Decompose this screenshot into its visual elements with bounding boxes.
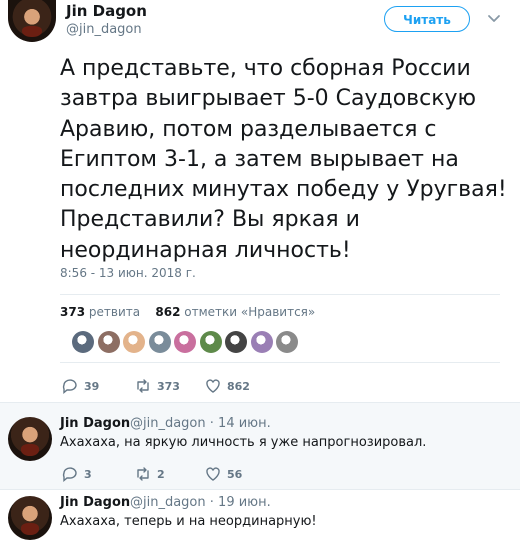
retweet-action[interactable]: 2 [135,466,165,482]
retweet-icon [137,379,149,393]
liker-avatar[interactable] [148,331,171,353]
reply-meta: @jin_dagon · 14 июн. [130,416,271,431]
reply-author-handle[interactable]: @jin_dagon [130,495,206,510]
follow-button[interactable]: Читать [384,6,470,32]
liker-avatar[interactable] [225,331,247,353]
reply-author-name[interactable]: Jin Dagon [60,495,130,510]
reply-author-handle[interactable]: @jin_dagon [130,416,206,431]
reply-date[interactable]: · 19 июн. [210,495,271,510]
avatar[interactable] [8,417,52,461]
divider [60,294,500,295]
like-action[interactable]: 862 [205,378,250,394]
reply-tweet[interactable]: Jin Dagon @jin_dagon · 14 июн. Ахахаха, … [0,403,520,489]
liker-avatar[interactable] [276,331,298,353]
reply-action[interactable]: 3 [62,466,92,482]
divider [60,362,500,363]
retweet-action[interactable]: 373 [135,378,180,394]
reply-meta: @jin_dagon · 19 июн. [130,495,271,510]
reply-text: Ахахаха, на яркую личность я уже напрогн… [60,435,427,450]
retweet-count: 373 [157,379,180,393]
reply-icon [62,379,77,394]
tweet-text: А представьте, что сборная России завтра… [60,56,507,263]
reply-icon [62,467,77,482]
reply-date[interactable]: · 14 июн. [210,416,271,431]
avatar[interactable] [8,0,56,42]
liker-avatar[interactable] [72,331,94,353]
likes-label[interactable]: отметки «Нравится» [184,305,315,319]
retweets-label[interactable]: ретвита [89,305,140,319]
like-count: 862 [227,379,250,393]
reply-count: 3 [84,467,92,481]
author-handle[interactable]: @jin_dagon [66,22,142,37]
main-tweet: Jin Dagon @jin_dagon Читать А представьт… [0,0,520,400]
reply-author-name[interactable]: Jin Dagon [60,416,130,431]
retweet-icon [137,467,149,481]
chevron-down-icon[interactable] [486,10,502,26]
retweets-count[interactable]: 373 [60,305,85,319]
tweet-stats: 373 ретвита 862 отметки «Нравится» [60,305,315,319]
like-action[interactable]: 56 [205,466,242,482]
liker-avatar[interactable] [199,331,222,353]
liker-avatar[interactable] [123,331,145,353]
tweet-timestamp[interactable]: 8:56 - 13 июн. 2018 г. [60,266,196,280]
avatar[interactable] [8,496,52,540]
reply-tweet[interactable]: Jin Dagon @jin_dagon · 19 июн. Ахахаха, … [0,490,520,542]
reply-text: Ахахаха, теперь и на неординарную! [60,514,317,529]
like-count: 56 [227,467,243,481]
reply-count: 39 [84,379,100,393]
liker-avatar[interactable] [174,331,196,353]
heart-icon [206,379,220,393]
author-name[interactable]: Jin Dagon [66,2,147,20]
liker-avatar[interactable] [97,331,120,353]
reply-action[interactable]: 39 [62,378,99,394]
liker-avatar[interactable] [250,331,273,353]
retweet-count: 2 [157,467,165,481]
likes-count[interactable]: 862 [155,305,180,319]
heart-icon [206,467,220,481]
